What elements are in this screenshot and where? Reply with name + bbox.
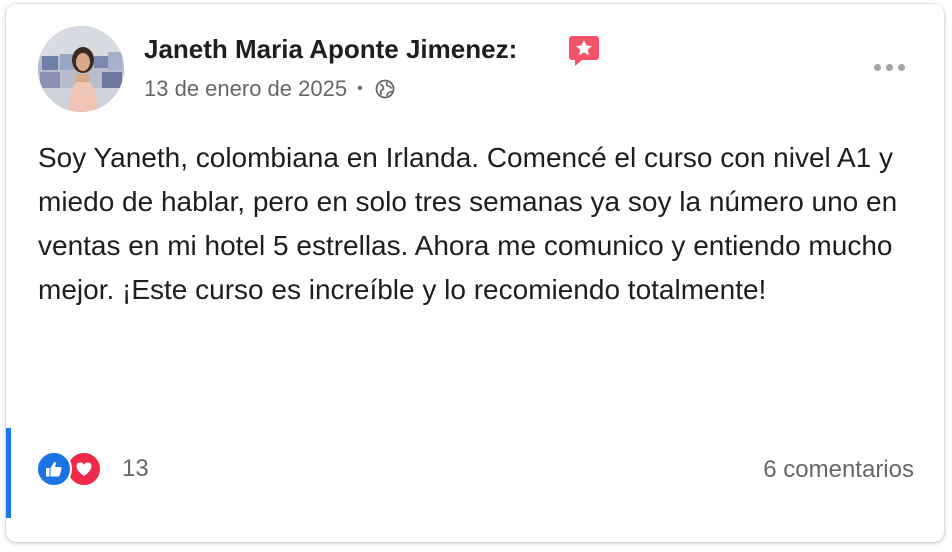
meta-separator: • bbox=[357, 80, 363, 97]
reaction-count: 13 bbox=[122, 455, 149, 482]
post-card: Janeth Maria Aponte Jimenez: 13 de enero… bbox=[6, 4, 944, 542]
more-options-icon[interactable] bbox=[864, 54, 914, 80]
more-dot bbox=[885, 63, 893, 71]
post-date[interactable]: 13 de enero de 2025 bbox=[144, 76, 347, 102]
top-fan-star-badge-icon bbox=[569, 36, 599, 66]
post-meta: 13 de enero de 2025 • bbox=[144, 76, 395, 102]
accent-bar bbox=[6, 428, 11, 518]
like-icon bbox=[36, 451, 72, 487]
post-body: Soy Yaneth, colombiana en Irlanda. Comen… bbox=[38, 142, 898, 305]
comments-link[interactable]: 6 comentarios bbox=[763, 456, 914, 484]
reactions-summary[interactable]: 13 bbox=[36, 451, 149, 487]
more-dot bbox=[873, 63, 881, 71]
avatar-photo bbox=[38, 26, 124, 112]
globe-icon bbox=[375, 79, 395, 99]
author-name[interactable]: Janeth Maria Aponte Jimenez: bbox=[144, 34, 517, 65]
more-dot bbox=[897, 63, 905, 71]
avatar[interactable] bbox=[38, 26, 124, 112]
